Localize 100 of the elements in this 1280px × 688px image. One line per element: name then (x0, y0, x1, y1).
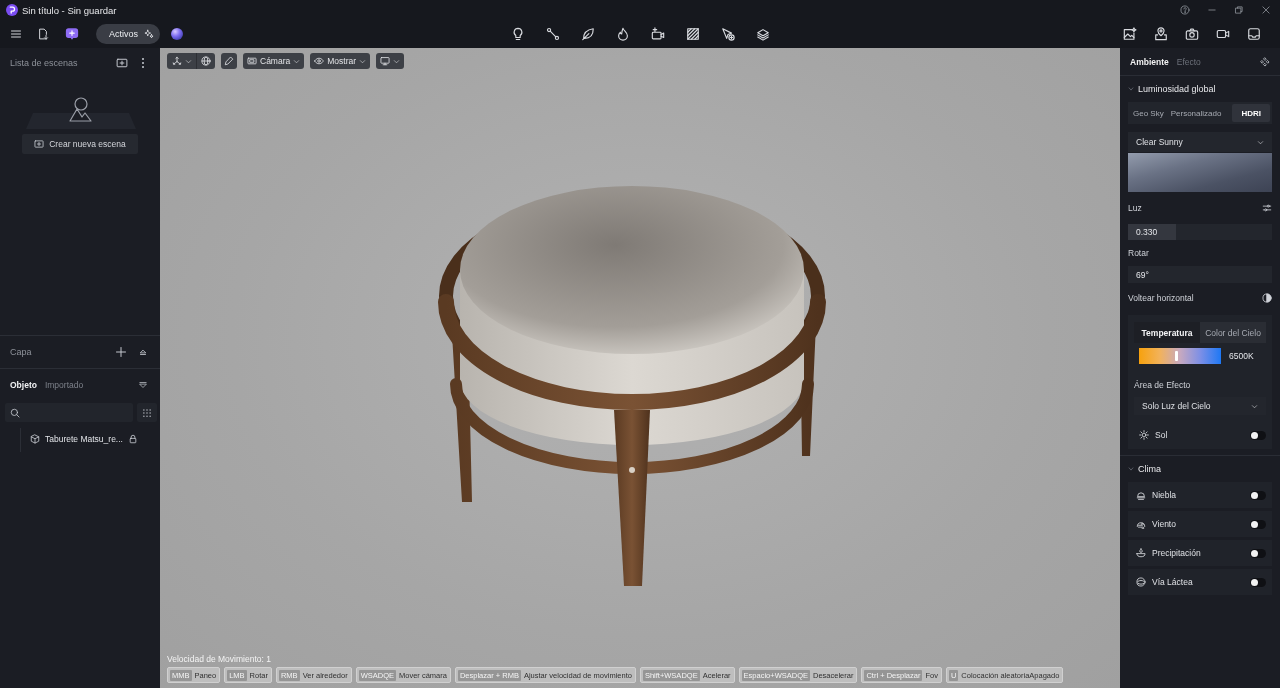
display-button[interactable] (376, 53, 405, 69)
eye-icon (314, 56, 325, 66)
app-logo-icon (6, 4, 18, 16)
wind-icon (1136, 519, 1146, 529)
connected-nodes-icon[interactable] (545, 27, 560, 41)
toggle-label: Precipitación (1152, 548, 1201, 558)
restore-icon[interactable] (1234, 5, 1244, 15)
sliders-icon[interactable] (1262, 203, 1272, 213)
cube-icon (30, 434, 40, 444)
color-mode-tab[interactable]: Color del Cielo (1200, 322, 1266, 343)
mode-option[interactable]: Geo Sky (1130, 104, 1167, 122)
close-icon[interactable] (1261, 5, 1271, 15)
toggle-label: Sol (1155, 430, 1168, 440)
camera-icon[interactable] (1185, 27, 1199, 41)
toggle-switch[interactable] (1250, 519, 1266, 529)
help-icon[interactable] (1180, 5, 1190, 15)
field-label: Luz (1128, 203, 1142, 213)
slider-thumb[interactable] (1174, 351, 1178, 361)
add-scene-icon (34, 139, 45, 149)
pen-icon (224, 56, 234, 66)
assets-button[interactable]: Activos (96, 24, 160, 44)
toggle-label: Viento (1152, 519, 1176, 529)
field-label: Voltear horizontal (1128, 293, 1194, 303)
layers-icon[interactable] (755, 27, 770, 41)
sun-icon (1139, 430, 1149, 440)
camera-add-icon[interactable] (650, 27, 665, 41)
file-export-icon[interactable] (37, 28, 49, 40)
hatched-square-icon[interactable] (685, 27, 700, 41)
globe-button[interactable] (197, 53, 215, 69)
map-pin-icon[interactable] (1154, 27, 1168, 41)
filter-icon[interactable] (138, 380, 148, 390)
object-tab[interactable]: Objeto (10, 380, 37, 390)
temperature-slider[interactable] (1139, 348, 1221, 364)
speed-label: Velocidad de Movimiento: 1 (167, 654, 271, 664)
mode-option[interactable]: Personalizado (1167, 104, 1225, 122)
sparkle-icon (144, 29, 154, 39)
field-label: Área de Efecto (1134, 380, 1191, 390)
sphere-icon[interactable] (171, 28, 183, 40)
chevron-icon[interactable] (1128, 86, 1134, 92)
panel-title: Capa (10, 347, 32, 357)
collapse-icon[interactable] (138, 347, 148, 357)
sparkle-icon[interactable] (1260, 56, 1270, 67)
add-scene-icon[interactable] (116, 57, 128, 69)
gizmo-button[interactable] (167, 53, 197, 69)
empty-scene-icon (26, 96, 136, 129)
flame-icon[interactable] (615, 27, 630, 41)
search-icon (10, 407, 20, 418)
lightbulb-icon[interactable] (510, 27, 525, 41)
leaf-icon[interactable] (580, 27, 595, 41)
search-field[interactable] (5, 403, 133, 422)
camera-button[interactable]: Cámara (243, 53, 305, 69)
lock-icon[interactable] (127, 434, 138, 444)
menu-icon[interactable] (10, 28, 22, 40)
pen-button[interactable] (221, 53, 237, 69)
cursor-plus-icon[interactable] (720, 27, 735, 41)
toggle-switch[interactable] (1250, 577, 1266, 587)
field-label: Rotar (1128, 248, 1149, 258)
fog-icon (1136, 490, 1146, 500)
temperature-value: 6500K (1229, 351, 1254, 361)
caret-icon (359, 57, 367, 65)
more-icon[interactable] (141, 57, 145, 69)
toggle-switch[interactable] (1250, 490, 1266, 500)
plus-bubble-icon[interactable] (65, 27, 79, 41)
panel-title: Lista de escenas (10, 58, 78, 68)
hdri-dropdown[interactable]: Clear Sunny (1128, 132, 1272, 152)
show-button[interactable]: Mostrar (310, 53, 371, 69)
caret-icon (293, 57, 301, 65)
plus-icon[interactable] (115, 346, 127, 358)
tray-icon[interactable] (1247, 27, 1261, 41)
toggle-label: Vía Láctea (1152, 577, 1193, 587)
create-scene-button[interactable]: Crear nueva escena (22, 134, 138, 154)
inspector-tab[interactable]: Ambiente (1130, 56, 1169, 67)
inspector-tab[interactable]: Efecto (1176, 56, 1201, 67)
caret-icon (1257, 138, 1264, 146)
monitor-icon (380, 56, 391, 66)
toggle-label: Niebla (1152, 490, 1177, 500)
camera-icon (247, 56, 257, 66)
object-tab[interactable]: Importado (44, 380, 84, 390)
mode-option[interactable]: HDRI (1232, 104, 1270, 122)
light-slider[interactable]: 0.330 (1128, 224, 1272, 240)
rotate-field[interactable]: 69° (1128, 266, 1272, 283)
caret-icon (185, 57, 192, 65)
color-mode-tab[interactable]: Temperatura (1134, 322, 1200, 343)
toggle-switch[interactable] (1250, 548, 1266, 558)
axes-icon (172, 56, 182, 66)
grid-view-button[interactable] (137, 403, 157, 422)
section-title: Clima (1138, 464, 1161, 474)
video-camera-icon[interactable] (1216, 27, 1230, 41)
window-title: Sin título - Sin guardar (22, 4, 117, 16)
chevron-icon[interactable] (1128, 466, 1134, 472)
contrast-icon[interactable] (1262, 293, 1272, 303)
caret-icon (393, 57, 401, 65)
orbit-icon (1136, 577, 1146, 587)
drop-bowl-icon (1136, 548, 1146, 558)
caret-icon (1251, 402, 1258, 410)
dots-grid-icon (142, 407, 152, 418)
object-item[interactable]: Taburete Matsu_re... (45, 434, 123, 444)
image-sparkle-icon[interactable] (1123, 27, 1137, 41)
section-title: Luminosidad global (1138, 84, 1216, 94)
toggle-switch[interactable] (1250, 430, 1266, 440)
